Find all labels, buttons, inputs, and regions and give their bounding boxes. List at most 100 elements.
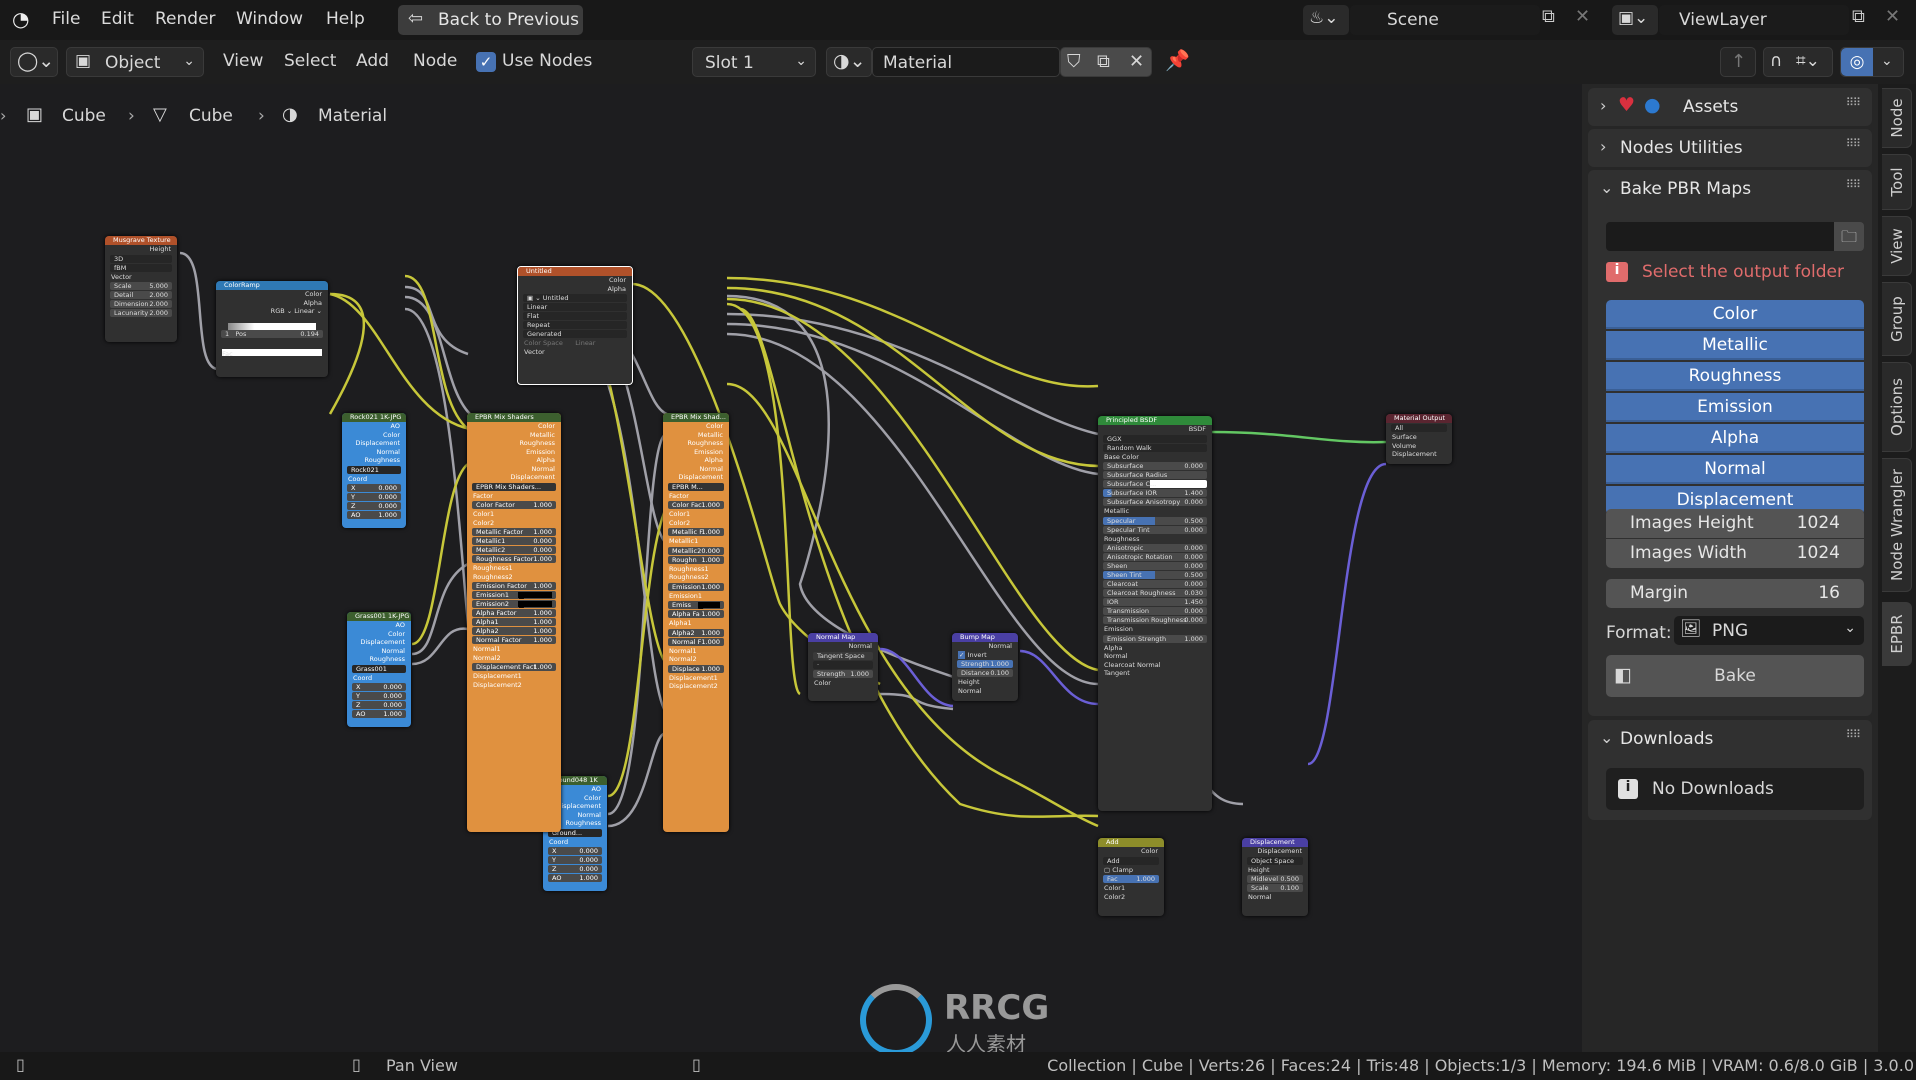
strength-field[interactable]: Strength 1.000 bbox=[957, 660, 1013, 668]
delete-scene-icon[interactable]: ✕ bbox=[1575, 6, 1590, 27]
output-socket-ao[interactable]: AO bbox=[342, 422, 406, 431]
epbr-mix-shaders-node-1[interactable]: EPBR Mix Shaders Color Metallic Roughness E… bbox=[467, 413, 561, 832]
input-field[interactable]: Emission Strength 1.000 bbox=[1103, 634, 1207, 643]
output-socket-displacement[interactable]: Displacement bbox=[1242, 847, 1308, 856]
output-socket[interactable]: Roughness bbox=[467, 439, 561, 448]
menu-file[interactable]: File bbox=[52, 9, 80, 29]
input-socket[interactable]: Normal bbox=[1098, 652, 1212, 661]
output-socket-ao[interactable]: AO bbox=[347, 621, 411, 630]
z-field[interactable]: Z 0.000 bbox=[352, 701, 406, 709]
mix-add-node[interactable]: Add Color Add ▢ Clamp Fac 1.000 Color1 Co… bbox=[1098, 838, 1164, 916]
scene-name-field[interactable]: Scene bbox=[1350, 5, 1540, 35]
distance-field[interactable]: Distance 0.100 bbox=[957, 669, 1013, 677]
input-socket[interactable]: Tangent bbox=[1098, 669, 1212, 678]
space-dropdown[interactable]: Tangent Space bbox=[813, 651, 873, 660]
bake-button[interactable]: ◧ Bake bbox=[1606, 655, 1864, 697]
input-socket[interactable]: Factor bbox=[467, 492, 561, 501]
output-socket[interactable]: Color bbox=[663, 422, 729, 431]
tab-tool[interactable]: Tool bbox=[1882, 154, 1912, 210]
output-socket-alpha[interactable]: Alpha bbox=[216, 299, 328, 308]
uv-map-field[interactable]: · bbox=[813, 660, 873, 669]
duplicate-viewlayer-icon[interactable]: ⧉ bbox=[1852, 6, 1865, 27]
input-field[interactable]: Metallic1 0.000 bbox=[472, 537, 556, 545]
input-field[interactable]: Sheen 0.000 bbox=[1103, 562, 1207, 570]
drag-grip-icon[interactable]: ⠿⠿ bbox=[1846, 96, 1861, 109]
y-field[interactable]: Y 0.000 bbox=[347, 493, 401, 501]
node-title[interactable]: Rock021 1K-JPG bbox=[342, 413, 406, 422]
drag-grip-icon[interactable]: ⠿⠿ bbox=[1846, 728, 1861, 741]
input-field[interactable]: Metallic Factor 1.000 bbox=[472, 528, 556, 536]
input-field[interactable]: Emission1 ■ bbox=[472, 591, 556, 600]
output-socket[interactable]: Color bbox=[467, 422, 561, 431]
ramp-mode-row[interactable]: RGB ⌄ Linear ⌄ bbox=[216, 307, 328, 316]
output-socket[interactable]: Alpha bbox=[467, 456, 561, 465]
output-socket[interactable]: Normal bbox=[467, 465, 561, 474]
input-socket-height[interactable]: Height bbox=[1242, 866, 1308, 875]
x-field[interactable]: X 0.000 bbox=[347, 484, 401, 492]
node-title[interactable]: Material Output bbox=[1386, 414, 1452, 423]
invert-checkbox[interactable]: ✓ Invert bbox=[952, 650, 1018, 660]
input-socket[interactable]: Alpha bbox=[1098, 644, 1212, 653]
scale-field[interactable]: Scale 5.000 bbox=[110, 282, 172, 290]
map-button-emission[interactable]: Emission bbox=[1606, 393, 1864, 422]
input-field[interactable]: Specular 0.500 bbox=[1103, 516, 1207, 525]
tab-epbr[interactable]: EPBR bbox=[1882, 602, 1912, 666]
input-field[interactable]: Clearcoat 0.000 bbox=[1103, 580, 1207, 588]
image-selector[interactable]: ▣ ⌄ Untitled bbox=[523, 294, 627, 302]
input-field[interactable]: Transmission 0.000 bbox=[1103, 607, 1207, 615]
input-socket[interactable]: Roughness bbox=[1098, 535, 1212, 544]
input-socket-volume[interactable]: Volume bbox=[1386, 442, 1452, 451]
node-title[interactable]: Principled BSDF bbox=[1098, 416, 1212, 425]
node-title[interactable]: ColorRamp bbox=[216, 281, 328, 290]
input-socket-coord[interactable]: Coord bbox=[342, 475, 406, 484]
panel-nodes-utilities[interactable]: › Nodes Utilities ⠿⠿ bbox=[1588, 129, 1872, 167]
margin-field[interactable]: Margin 16 bbox=[1606, 579, 1864, 608]
input-field[interactable]: Subsurface 0.000 bbox=[1103, 462, 1207, 470]
menu-render[interactable]: Render bbox=[155, 9, 216, 29]
output-socket-alpha[interactable]: Alpha bbox=[518, 285, 632, 294]
detail-field[interactable]: Detail 2.000 bbox=[110, 291, 172, 299]
image-texture-node[interactable]: Untitled Color Alpha ▣ ⌄ Untitled Linear… bbox=[517, 266, 633, 385]
output-socket-color[interactable]: Color bbox=[1098, 847, 1164, 856]
output-socket-normal[interactable]: Normal bbox=[342, 448, 406, 457]
scene-selector-button[interactable]: ♨⌄ bbox=[1303, 5, 1349, 35]
input-socket-normal[interactable]: Normal bbox=[1242, 893, 1308, 902]
input-field[interactable]: Sheen Tint 0.500 bbox=[1103, 571, 1207, 579]
colorramp-node[interactable]: ColorRamp Color Alpha RGB ⌄ Linear ⌄ 1 P… bbox=[216, 281, 328, 377]
fake-user-shield-icon[interactable]: ⛉ bbox=[1067, 51, 1081, 72]
menu-node[interactable]: Node bbox=[413, 51, 457, 71]
input-socket-normal[interactable]: Normal bbox=[952, 687, 1018, 696]
overlays-toggle[interactable]: ◎ ⌄ bbox=[1840, 47, 1904, 77]
input-field[interactable]: Emission2 ■ bbox=[472, 600, 556, 609]
blend-type-dropdown[interactable]: Add bbox=[1103, 856, 1159, 865]
duplicate-material-icon[interactable]: ⧉ bbox=[1097, 51, 1110, 72]
input-field[interactable]: Metallic F 1.000 bbox=[668, 528, 724, 536]
material-output-node[interactable]: Material Output All Surface Volume Displ… bbox=[1386, 414, 1452, 464]
input-socket-displacement[interactable]: Displacement bbox=[1386, 450, 1452, 459]
back-to-previous-button[interactable]: ⇦ Back to Previous bbox=[398, 5, 583, 35]
panel-header[interactable]: ⌄ Bake PBR Maps ⠿⠿ bbox=[1588, 170, 1872, 208]
input-socket[interactable]: Metallic1 bbox=[663, 537, 729, 546]
input-field[interactable]: Anisotropic 0.000 bbox=[1103, 544, 1207, 552]
input-field[interactable]: Metallic2 0.000 bbox=[472, 546, 556, 554]
source-dropdown[interactable]: Generated bbox=[523, 330, 627, 338]
snap-grid-icon[interactable]: ⌗⌄ bbox=[1796, 51, 1820, 71]
group-selector[interactable]: Grass001 bbox=[352, 664, 406, 673]
node-title[interactable]: EPBR Mix Shaders bbox=[467, 413, 561, 422]
snap-controls[interactable]: ∩ ⌗⌄ bbox=[1763, 47, 1833, 77]
node-title[interactable]: EPBR Mix Shad... bbox=[663, 413, 729, 422]
space-dropdown[interactable]: Object Space bbox=[1247, 856, 1303, 865]
node-title[interactable]: Musgrave Texture bbox=[105, 236, 177, 245]
input-field[interactable]: Emission 1.000 bbox=[668, 582, 724, 591]
principled-bsdf-node[interactable]: Principled BSDF BSDF GGX Random Walk Bas… bbox=[1098, 416, 1212, 811]
menu-window[interactable]: Window bbox=[236, 9, 303, 29]
group-selector[interactable]: EPBR M... bbox=[668, 482, 724, 491]
output-socket[interactable]: Emission bbox=[663, 448, 729, 457]
menu-view[interactable]: View bbox=[223, 51, 263, 71]
input-socket-coord[interactable]: Coord bbox=[347, 674, 411, 683]
ao-field[interactable]: AO 1.000 bbox=[548, 874, 602, 882]
parent-node-tree-button[interactable]: ↑ bbox=[1720, 47, 1756, 77]
input-socket[interactable]: Displacement1 bbox=[663, 674, 729, 683]
dimensions-dropdown[interactable]: 3D bbox=[110, 254, 172, 263]
x-field[interactable]: X 0.000 bbox=[352, 683, 406, 691]
